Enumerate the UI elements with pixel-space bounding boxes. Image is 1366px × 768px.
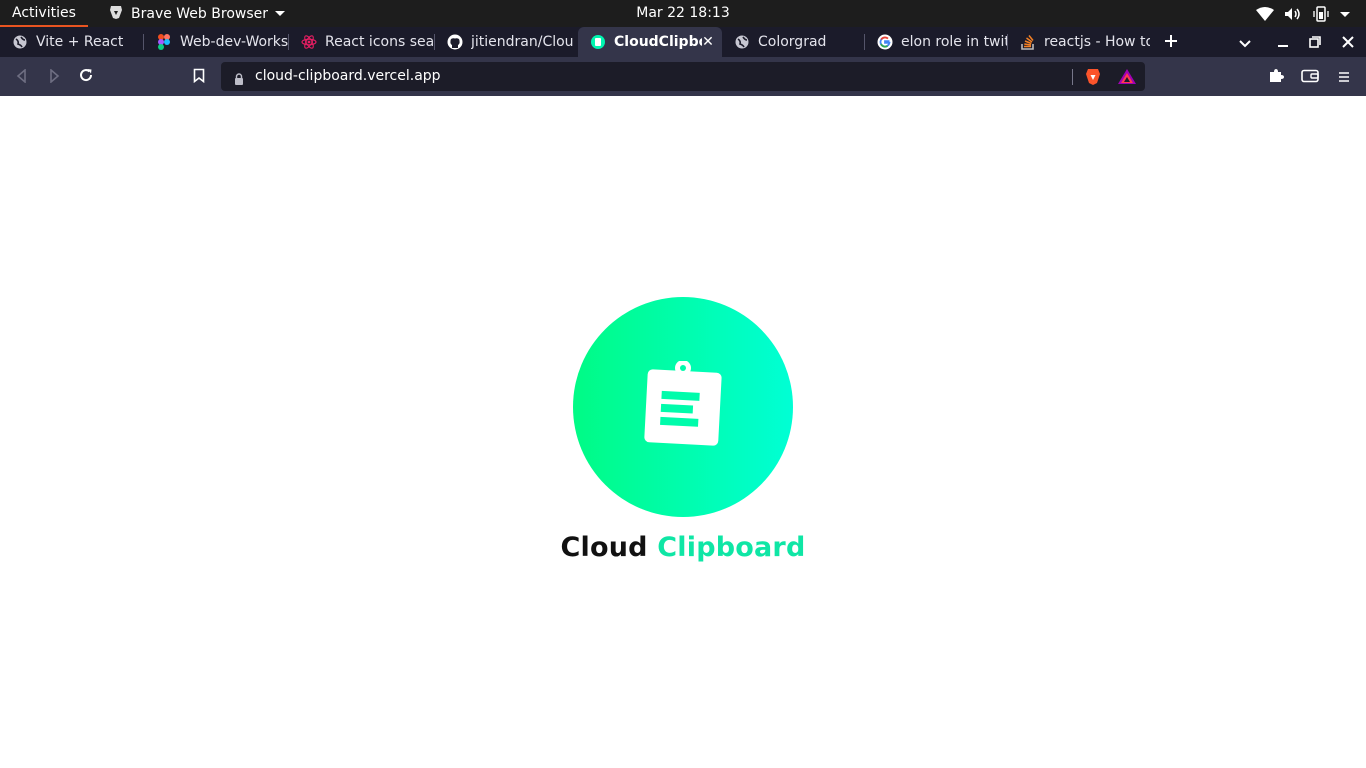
app-name: Brave Web Browser (131, 5, 268, 22)
tab-search-button[interactable] (1234, 27, 1256, 57)
tab-github-repo[interactable]: jitiendran/Clou (435, 27, 578, 57)
chevron-down-icon (275, 6, 285, 22)
new-tab-button[interactable] (1160, 27, 1182, 57)
tab-strip: Vite + React Web-dev-Works React icons s… (0, 27, 1366, 57)
google-icon (877, 34, 893, 50)
tab-title: reactjs - How to (1044, 34, 1150, 50)
tab-cloud-clipboard[interactable]: CloudClipbo ✕ (578, 27, 722, 57)
bookmark-icon (193, 68, 205, 87)
restore-icon (1309, 33, 1321, 52)
volume-icon (1284, 7, 1302, 21)
maximize-button[interactable] (1304, 27, 1326, 57)
globe-icon (734, 34, 750, 50)
brand-title: Cloud Clipboard (0, 532, 1366, 563)
github-icon (447, 34, 463, 50)
tab-title: elon role in twit (901, 34, 1008, 50)
close-window-button[interactable] (1337, 27, 1359, 57)
tab-google-search[interactable]: elon role in twit (865, 27, 1008, 57)
react-icon (301, 34, 317, 50)
plus-icon (1164, 33, 1178, 52)
stackoverflow-icon (1020, 34, 1036, 50)
tab-title: CloudClipbo (614, 34, 702, 50)
tab-title: Web-dev-Works (180, 34, 289, 50)
tab-web-dev-works[interactable]: Web-dev-Works (144, 27, 289, 57)
address-bar[interactable]: cloud-clipboard.vercel.app (221, 62, 1145, 91)
tab-stackoverflow[interactable]: reactjs - How to (1008, 27, 1150, 57)
lock-icon (234, 70, 244, 89)
figma-icon (156, 34, 172, 50)
battery-icon (1312, 5, 1330, 22)
brave-lion-icon (108, 4, 124, 24)
tab-title: Vite + React (36, 34, 124, 50)
main-menu-button[interactable] (1334, 67, 1354, 87)
wifi-icon (1256, 6, 1274, 21)
chevron-down-icon (1340, 9, 1350, 19)
hamburger-menu-icon (1338, 68, 1350, 87)
back-button[interactable] (12, 67, 32, 87)
reload-button[interactable] (76, 67, 96, 87)
page-content: Cloud Clipboard (0, 96, 1366, 768)
wallet-icon (1301, 68, 1319, 87)
tab-title: jitiendran/Clou (471, 34, 574, 50)
activities-button[interactable]: Activities (0, 0, 88, 27)
brave-rewards-icon[interactable] (1118, 69, 1136, 88)
clock[interactable]: Mar 22 18:13 (636, 5, 729, 21)
url-text[interactable]: cloud-clipboard.vercel.app (255, 62, 441, 91)
brand-word-clipboard: Clipboard (657, 532, 806, 563)
wallet-button[interactable] (1300, 67, 1320, 87)
close-icon (1342, 33, 1354, 52)
close-tab-icon[interactable]: ✕ (700, 34, 716, 50)
cloud-clipboard-favicon (590, 34, 606, 50)
forward-button[interactable] (44, 67, 64, 87)
tab-vite-react[interactable]: Vite + React (0, 27, 144, 57)
system-top-bar: Activities Brave Web Browser Mar 22 18:1… (0, 0, 1366, 27)
tab-react-icons[interactable]: React icons sea (289, 27, 435, 57)
puzzle-icon (1268, 67, 1284, 87)
tab-title: React icons sea (325, 34, 435, 50)
system-tray[interactable] (1256, 0, 1350, 27)
chevron-down-icon (1239, 33, 1251, 52)
brave-shields-icon[interactable] (1085, 68, 1101, 90)
extensions-button[interactable] (1266, 67, 1286, 87)
minimize-button[interactable] (1272, 27, 1294, 57)
app-menu[interactable]: Brave Web Browser (108, 0, 285, 27)
forward-arrow-icon (47, 67, 61, 87)
tab-title: Colorgrad (758, 34, 827, 50)
brand-word-cloud: Cloud (560, 532, 648, 563)
bookmark-button[interactable] (189, 67, 209, 87)
minimize-icon (1277, 33, 1289, 52)
tab-colorgrad[interactable]: Colorgrad (722, 27, 865, 57)
back-arrow-icon (15, 67, 29, 87)
reload-icon (78, 67, 94, 87)
globe-icon (12, 34, 28, 50)
browser-toolbar: cloud-clipboard.vercel.app (0, 57, 1366, 96)
app-logo (573, 297, 793, 517)
